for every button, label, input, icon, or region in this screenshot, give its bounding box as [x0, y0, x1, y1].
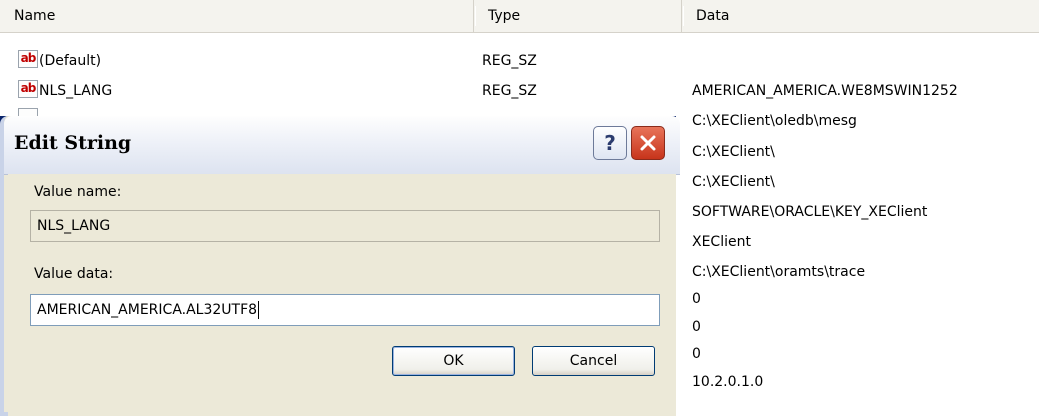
value-data-text: AMERICAN_AMERICA.AL32UTF8 [37, 302, 258, 318]
help-icon: ? [604, 131, 616, 155]
column-header-name[interactable]: Name [0, 0, 476, 32]
close-icon [640, 135, 656, 151]
text-caret [258, 301, 260, 319]
registry-row-name-text: (Default) [39, 53, 102, 69]
registry-row-data[interactable]: SOFTWARE\ORACLE\KEY_XEClient [692, 198, 927, 227]
registry-row-name-text: NLS_LANG [39, 83, 113, 99]
ok-button[interactable]: OK [392, 346, 515, 376]
registry-row-name: ab NLS_LANG [18, 77, 112, 106]
registry-row-default[interactable]: ab (Default) REG_SZ [0, 47, 1039, 76]
string-value-icon: ab [18, 50, 38, 68]
registry-row-data[interactable]: 0 [692, 340, 701, 369]
value-data-label: Value data: [34, 266, 114, 282]
registry-row-data[interactable]: XEClient [692, 228, 751, 257]
dialog-frame: Edit String ? Value name: NLS_LANG Value… [0, 116, 680, 416]
list-header: Name Type Data [0, 0, 1039, 33]
dialog-title: Edit String [14, 132, 132, 154]
registry-row-data[interactable]: C:\XEClient\ [692, 138, 775, 167]
dialog-body: Value name: NLS_LANG Value data: AMERICA… [8, 174, 676, 416]
string-value-icon [18, 108, 38, 116]
registry-row-nls-lang[interactable]: ab NLS_LANG REG_SZ AMERICAN_AMERICA.WE8MS… [0, 77, 1039, 106]
column-header-data[interactable]: Data [682, 0, 1039, 32]
value-data-input[interactable]: AMERICAN_AMERICA.AL32UTF8 [30, 294, 660, 326]
registry-row-data[interactable]: C:\XEClient\oramts\trace [692, 258, 865, 287]
help-button[interactable]: ? [593, 126, 627, 160]
registry-row-data[interactable]: C:\XEClient\oledb\mesg [692, 107, 857, 136]
value-name-field: NLS_LANG [30, 210, 660, 242]
string-value-icon: ab [18, 80, 38, 98]
edit-string-dialog: Edit String ? Value name: NLS_LANG Value… [0, 116, 680, 416]
registry-row-data[interactable]: 10.2.0.1.0 [692, 368, 763, 397]
registry-row-data[interactable]: 0 [692, 313, 701, 342]
value-name-label: Value name: [34, 184, 122, 200]
dialog-titlebar[interactable]: Edit String ? [4, 116, 680, 175]
registry-row-name: ab (Default) [18, 47, 101, 76]
registry-row-data[interactable]: C:\XEClient\ [692, 168, 775, 197]
column-header-type[interactable]: Type [474, 0, 684, 32]
registry-row-type: REG_SZ [482, 83, 537, 99]
cancel-button[interactable]: Cancel [532, 346, 655, 376]
close-button[interactable] [631, 126, 665, 160]
registry-row-data[interactable]: 0 [692, 285, 701, 314]
registry-row-data: AMERICAN_AMERICA.WE8MSWIN1252 [692, 83, 958, 99]
registry-row-type: REG_SZ [482, 53, 537, 69]
